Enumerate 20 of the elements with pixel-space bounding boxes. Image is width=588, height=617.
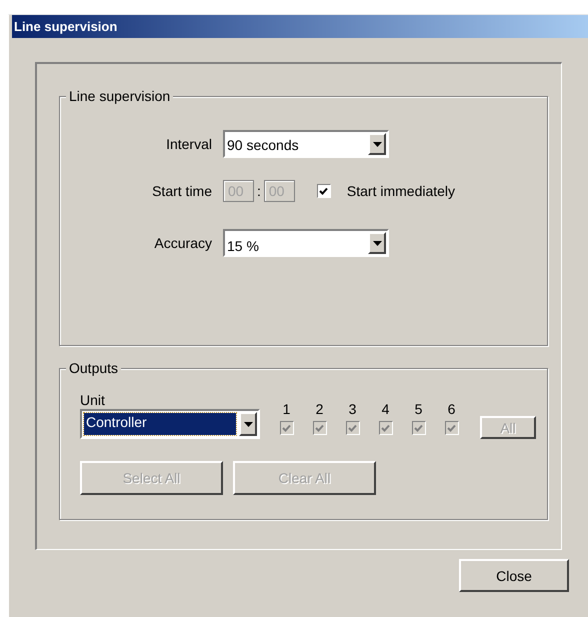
group-title: Line supervision (66, 88, 174, 104)
start-immediately-label: Start immediately (346, 183, 456, 199)
output-number: 5 (414, 401, 422, 417)
close-button[interactable]: Close (459, 559, 569, 592)
interval-dropdown[interactable]: 90 seconds (223, 130, 389, 158)
output-number: 1 (282, 401, 290, 417)
output-number: 6 (448, 401, 456, 417)
group-title: Outputs (66, 360, 122, 376)
time-separator: : (256, 183, 262, 199)
start-time-label: Start time (151, 183, 213, 199)
output-number: 3 (348, 401, 356, 417)
checkbox[interactable] (316, 184, 331, 198)
window-title: Line supervision (13, 19, 118, 34)
interval-label: Interval (165, 136, 213, 152)
accuracy-label: Accuracy (153, 235, 213, 251)
accuracy-dropdown[interactable]: 15 % (223, 229, 389, 257)
output-number: 2 (316, 401, 324, 417)
output-number: 4 (382, 401, 390, 417)
unit-dropdown[interactable]: Controller (80, 409, 260, 439)
unit-label: Unit (80, 391, 106, 409)
